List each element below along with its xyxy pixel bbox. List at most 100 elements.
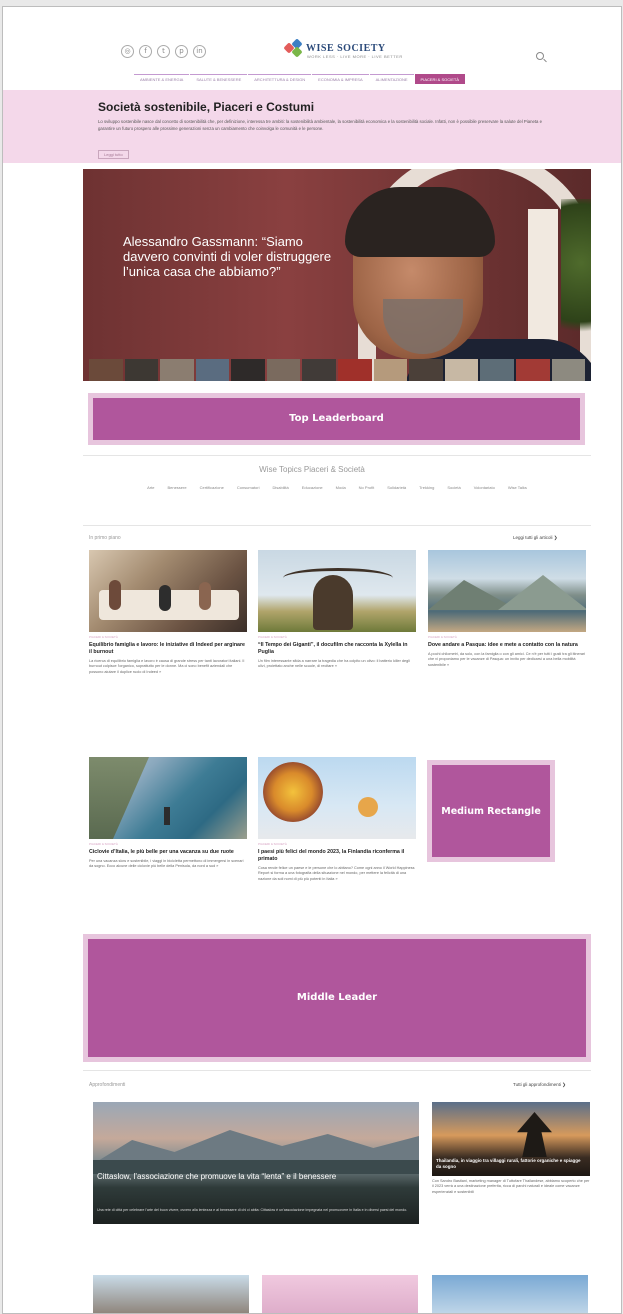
topic-link[interactable]: Wise Talks [508,485,527,490]
topic-link[interactable]: Arte [147,485,154,490]
hero-thumb[interactable] [338,359,372,381]
hero-thumb[interactable] [551,359,586,381]
nav-item-architettura[interactable]: Architettura & Design [248,74,312,84]
nav-item-ambiente[interactable]: Ambiente & Energia [134,74,190,84]
page: ◎ f t p in WISE SOCIETY WORK LESS · LIVE… [2,6,622,1314]
topics-list: Arte Benessere Certificazione Consumator… [93,485,581,490]
article-image [258,757,416,839]
article-excerpt: Con Sandro Bastiani, marketing manager d… [432,1179,590,1194]
all-approfondimenti-label: Tutti gli approfondimenti [513,1082,561,1087]
topic-link[interactable]: Solidarietà [387,485,406,490]
hero-thumb[interactable] [302,359,337,381]
article-card[interactable]: Piaceri & Società Equilibrio famiglia e … [89,550,247,675]
hero-thumb[interactable] [89,359,123,381]
hero-thumb[interactable] [480,359,514,381]
all-articles-link[interactable]: Leggi tutti gli articoli ❯ [513,535,558,541]
article-card[interactable]: Piaceri & Società Ciclovie d’Italia, le … [89,757,247,870]
logo-tagline: WORK LESS · LIVE MORE · LIVE BETTER [307,54,403,59]
top-leaderboard-ad[interactable]: Top Leaderboard [88,393,585,445]
pinterest-icon[interactable]: p [175,45,188,58]
all-articles-label: Leggi tutti gli articoli [513,535,553,540]
article-title[interactable]: Ciclovie d’Italia, le più belle per una … [89,849,247,856]
nav-item-alimentazione[interactable]: Alimentazione [369,74,414,84]
hero-thumb[interactable] [266,359,301,381]
nav-item-economia[interactable]: Economia & Impresa [312,74,369,84]
article-card[interactable]: Thailandia, in viaggio tra villaggi rura… [432,1102,590,1195]
hero-thumb[interactable] [373,359,408,381]
linkedin-icon[interactable]: in [193,45,206,58]
hero-title[interactable]: Alessandro Gassmann: “Siamo davvero conv… [123,234,338,279]
article-category: Piaceri & Società [258,842,287,846]
section-heading-primo-piano: In primo piano [89,535,121,541]
article-category: Piaceri & Società [89,842,118,846]
nav-item-piaceri[interactable]: Piaceri & Società [414,74,465,84]
featured-article-excerpt: Una rete di città per celebrare l'arte d… [97,1208,408,1212]
topic-link[interactable]: Moda [336,485,346,490]
divider [83,455,591,456]
article-category: Piaceri & Società [258,635,287,639]
topic-link[interactable]: Consumatori [237,485,260,490]
hero-banner[interactable]: Alessandro Gassmann: “Siamo davvero conv… [83,169,591,381]
hero-thumb[interactable] [409,359,443,381]
middle-leader-ad[interactable]: Middle Leader [83,934,591,1062]
search-icon[interactable] [536,52,544,60]
topic-link[interactable]: Certificazione [200,485,224,490]
chevron-right-icon: ❯ [553,535,558,540]
article-image: Thailandia, in viaggio tra villaggi rura… [432,1102,590,1176]
instagram-icon[interactable]: ◎ [121,45,134,58]
topic-link[interactable]: Educazione [302,485,323,490]
topic-link[interactable]: Benessere [167,485,186,490]
topic-link[interactable]: Società [447,485,460,490]
topics-title: Wise Topics Piaceri & Società [259,465,365,474]
twitter-icon[interactable]: t [157,45,170,58]
article-excerpt: A pochi chilometri, da solo, con la fami… [428,651,586,667]
article-image [428,550,586,632]
article-title[interactable]: Equilibrio famiglia e lavoro: le iniziat… [89,642,247,656]
article-thumbnail[interactable] [432,1275,588,1313]
hero-thumb[interactable] [195,359,230,381]
article-card[interactable]: Piaceri & Società “Il Tempo dei Giganti”… [258,550,416,670]
article-excerpt: La ricerca di equilibrio famiglia e lavo… [89,658,245,674]
hero-thumb[interactable] [160,359,194,381]
nav-item-salute[interactable]: Salute & Benessere [190,74,248,84]
chevron-right-icon: ❯ [562,1082,566,1087]
article-image [89,550,247,632]
divider [83,1070,591,1071]
article-image [89,757,247,839]
facebook-icon[interactable]: f [139,45,152,58]
featured-article-title[interactable]: Cittaslow, l’associazione che promuove l… [97,1172,417,1182]
hero-thumb[interactable] [515,359,550,381]
medium-rectangle-ad[interactable]: Medium Rectangle [427,760,555,862]
hero-thumb[interactable] [444,359,479,381]
article-title[interactable]: Thailandia, in viaggio tra villaggi rura… [436,1158,586,1170]
article-card[interactable]: Piaceri & Società I paesi più felici del… [258,757,416,882]
topic-link[interactable]: No Profit [359,485,375,490]
article-category: Piaceri & Società [89,635,118,639]
article-excerpt: Cosa rende felice un paese e le persone … [258,865,415,881]
social-links: ◎ f t p in [121,45,206,58]
featured-article[interactable]: Cittaslow, l’associazione che promuove l… [93,1102,419,1224]
article-thumbnail[interactable] [93,1275,249,1313]
site-header: ◎ f t p in WISE SOCIETY WORK LESS · LIVE… [3,7,621,77]
site-logo[interactable]: WISE SOCIETY WORK LESS · LIVE MORE · LIV… [283,38,402,59]
topic-link[interactable]: Volontariato [474,485,495,490]
article-title[interactable]: Dove andare a Pasqua: idee e mete a cont… [428,642,586,649]
hero-thumb[interactable] [231,359,265,381]
logo-icon [283,38,303,58]
article-title[interactable]: I paesi più felici del mondo 2023, la Fi… [258,849,416,863]
article-excerpt: Per una vacanza slow e sostenibile, i vi… [89,858,244,869]
page-title: Società sostenibile, Piaceri e Costumi [98,100,315,114]
article-excerpt: Un film interessante sfida a narrare la … [258,658,410,669]
read-more-button[interactable]: Leggi tutto [98,150,129,159]
category-intro: Società sostenibile, Piaceri e Costumi L… [3,90,621,163]
article-category: Piaceri & Società [428,635,457,639]
hero-thumbnail-strip [83,359,591,381]
hero-thumb[interactable] [124,359,159,381]
article-image [258,550,416,632]
topic-link[interactable]: Trekking [419,485,434,490]
all-approfondimenti-link[interactable]: Tutti gli approfondimenti ❯ [513,1082,566,1088]
article-thumbnail[interactable] [262,1275,418,1313]
topic-link[interactable]: Disabilità [273,485,289,490]
article-title[interactable]: “Il Tempo dei Giganti”, il docufilm che … [258,642,416,656]
article-card[interactable]: Piaceri & Società Dove andare a Pasqua: … [428,550,586,668]
